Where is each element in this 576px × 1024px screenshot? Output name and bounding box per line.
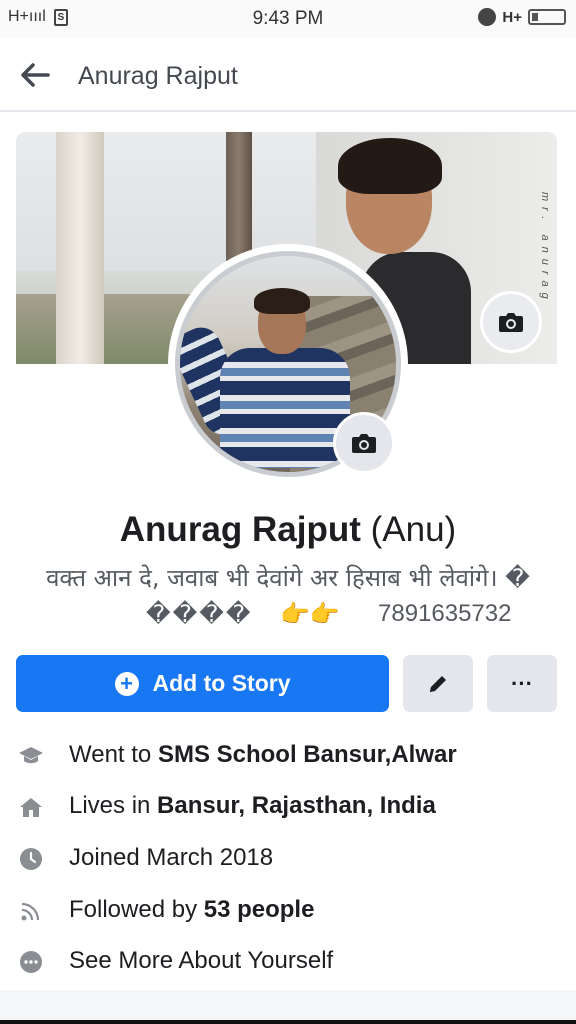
more-circle-icon [18, 949, 44, 975]
intro-location: Lives in Bansur, Rajasthan, India [0, 782, 576, 832]
battery-icon [528, 9, 566, 25]
add-to-story-button[interactable]: + Add to Story [16, 655, 389, 712]
intro-education: Went to SMS School Bansur,Alwar [0, 731, 576, 781]
edit-profile-button[interactable] [403, 655, 473, 712]
more-options-button[interactable]: ··· [487, 655, 557, 712]
bio-emoji: 👉👉 [280, 600, 340, 628]
graduation-cap-icon [18, 743, 44, 769]
edit-profile-picture-button[interactable] [333, 412, 395, 474]
intro-see-more[interactable]: See More About Yourself [0, 937, 576, 987]
cover-watermark: mr. anurag [539, 192, 551, 305]
pencil-icon [430, 675, 446, 692]
bottom-fade [0, 990, 576, 1024]
intro-joined: Joined March 2018 [0, 834, 576, 884]
arrow-left-icon [21, 63, 50, 87]
intro-followers[interactable]: Followed by 53 people [0, 886, 576, 936]
screen-bottom-edge [0, 1020, 576, 1024]
profile-alternate-name: (Anu) [370, 510, 457, 549]
plus-circle-icon: + [114, 671, 139, 696]
more-dots-icon: ··· [511, 670, 533, 696]
clock-icon [18, 846, 44, 872]
edit-cover-photo-button[interactable] [480, 291, 542, 353]
alarm-icon [478, 8, 497, 26]
status-bar: H+ıııl S 9:43 PM H+ [0, 0, 576, 38]
camera-icon [499, 313, 523, 332]
home-icon [18, 794, 44, 820]
profile-name: Anurag Rajput (Anu) [0, 508, 576, 552]
add-to-story-label: Add to Story [152, 670, 291, 696]
back-button[interactable] [18, 60, 52, 90]
rss-icon [18, 898, 44, 924]
profile-name-main: Anurag Rajput [119, 510, 361, 549]
page-title: Anurag Rajput [78, 62, 238, 90]
camera-icon [352, 434, 376, 453]
bio-unrendered-glyphs: ���� [146, 600, 253, 628]
bio-phone-number: 7891635732 [378, 600, 512, 627]
status-right: H+ [478, 8, 566, 26]
network-type: H+ [502, 8, 522, 26]
top-app-bar: Anurag Rajput [0, 38, 576, 112]
profile-bio-line-1: वक्त आन दे, जवाब भी देवांगे अर हिसाब भी … [46, 564, 530, 592]
